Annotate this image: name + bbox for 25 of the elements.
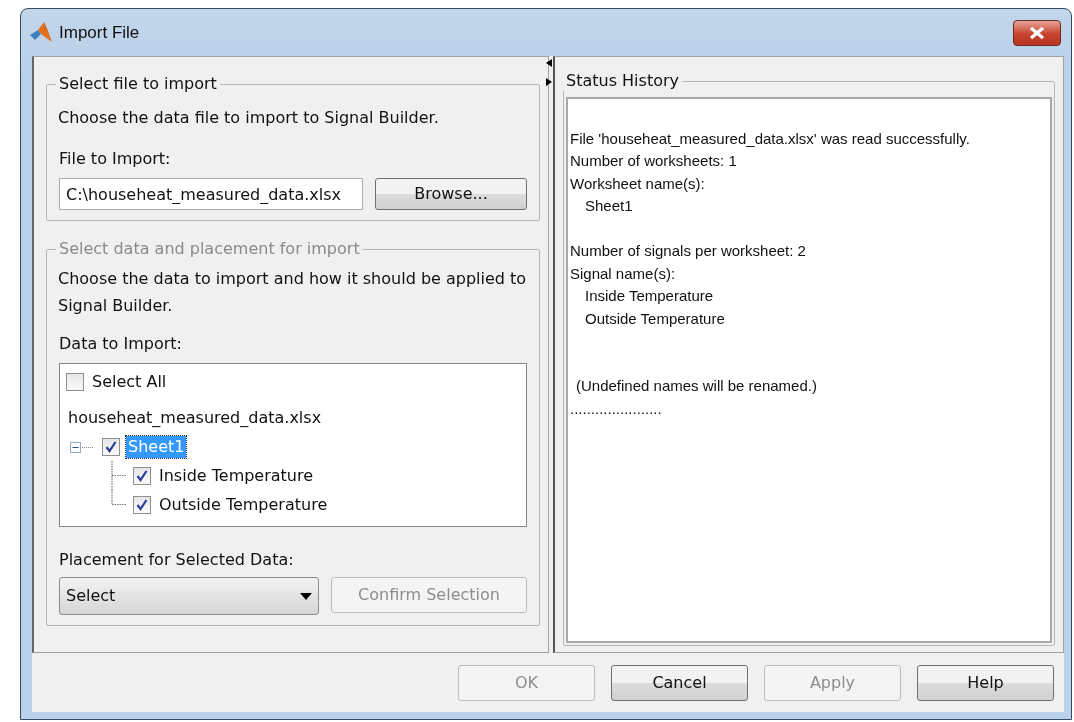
status-line: Signal name(s): [570,263,677,284]
status-line: (Undefined names will be renamed.) [575,376,818,396]
status-line: ...................... [570,398,663,419]
status-line: Sheet1 [584,196,634,216]
field-label: Placement for Selected Data: [59,549,295,571]
status-line: Worksheet name(s): [570,173,706,194]
status-line: Outside Temperature [584,308,726,329]
status-line: File 'househeat_measured_data.xlsx' was read successfully. [570,128,971,149]
dialog-button[interactable]: Cancel [611,664,748,701]
file-path-field[interactable]: C:\househeat_measured_data.xlsx [59,178,363,210]
close-button[interactable] [1013,19,1061,46]
status-line: Inside Temperature [584,286,715,306]
description-text: Choose the data to import and how it should be applied to Signal Builder. [58,268,527,317]
status-line: Number of signals per worksheet: 2 [570,241,807,261]
field-label: Data to Import: [59,333,183,355]
field-label: File to Import: [59,148,172,170]
description-text: Choose the data file to import to Signal Builder. [58,107,440,129]
dialog-button[interactable]: Help [917,664,1054,701]
close-icon [1028,25,1046,40]
status-line: Number of worksheets: 1 [570,151,738,171]
splitter-arrows-icon[interactable] [546,59,552,87]
window-title: Import File [59,21,140,44]
browse-button[interactable]: Browse... [375,178,527,210]
dropdown-arrow-icon [300,592,312,600]
app-logo-icon [29,20,53,45]
